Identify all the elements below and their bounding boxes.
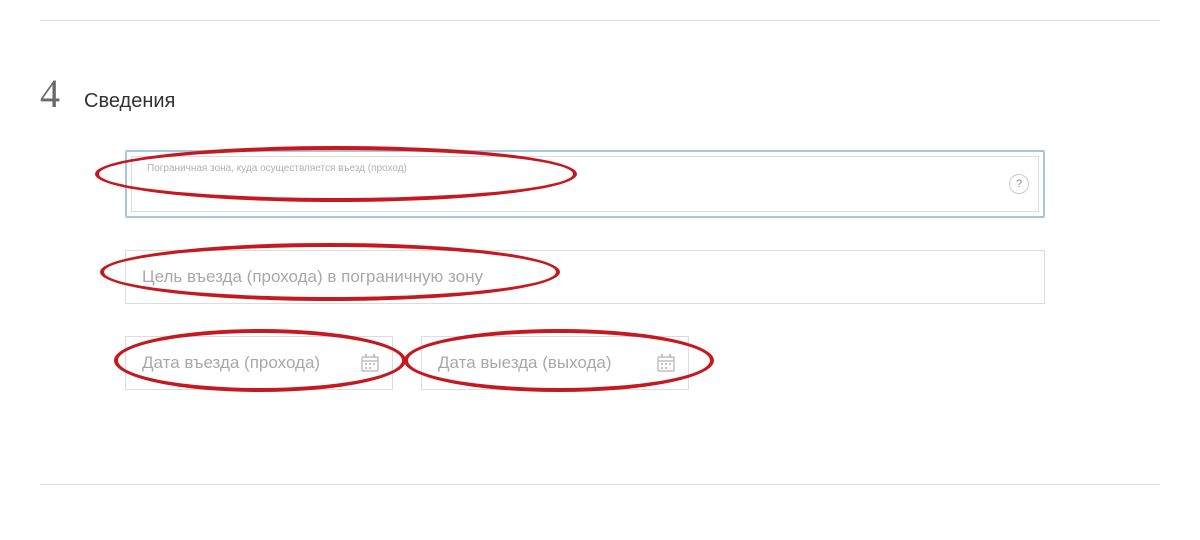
help-icon[interactable]: ? xyxy=(1009,174,1029,194)
entry-date-input[interactable] xyxy=(125,336,393,390)
purpose-wrapper xyxy=(125,250,1045,304)
step-number: 4 xyxy=(40,70,60,117)
border-zone-input[interactable] xyxy=(131,156,1039,212)
exit-date-wrapper xyxy=(421,336,689,390)
border-zone-row: Пограничная зона, куда осуществляется въ… xyxy=(125,150,1045,218)
date-row xyxy=(125,336,1045,390)
top-divider xyxy=(40,20,1160,21)
entry-date-wrapper xyxy=(125,336,393,390)
border-zone-wrapper: Пограничная зона, куда осуществляется въ… xyxy=(125,150,1045,218)
section-header: 4 Сведения xyxy=(40,70,175,117)
form-area: Пограничная зона, куда осуществляется въ… xyxy=(125,150,1045,390)
section-title: Сведения xyxy=(84,90,175,113)
purpose-row xyxy=(125,250,1045,304)
bottom-divider xyxy=(40,484,1160,485)
exit-date-input[interactable] xyxy=(421,336,689,390)
purpose-input[interactable] xyxy=(125,250,1045,304)
